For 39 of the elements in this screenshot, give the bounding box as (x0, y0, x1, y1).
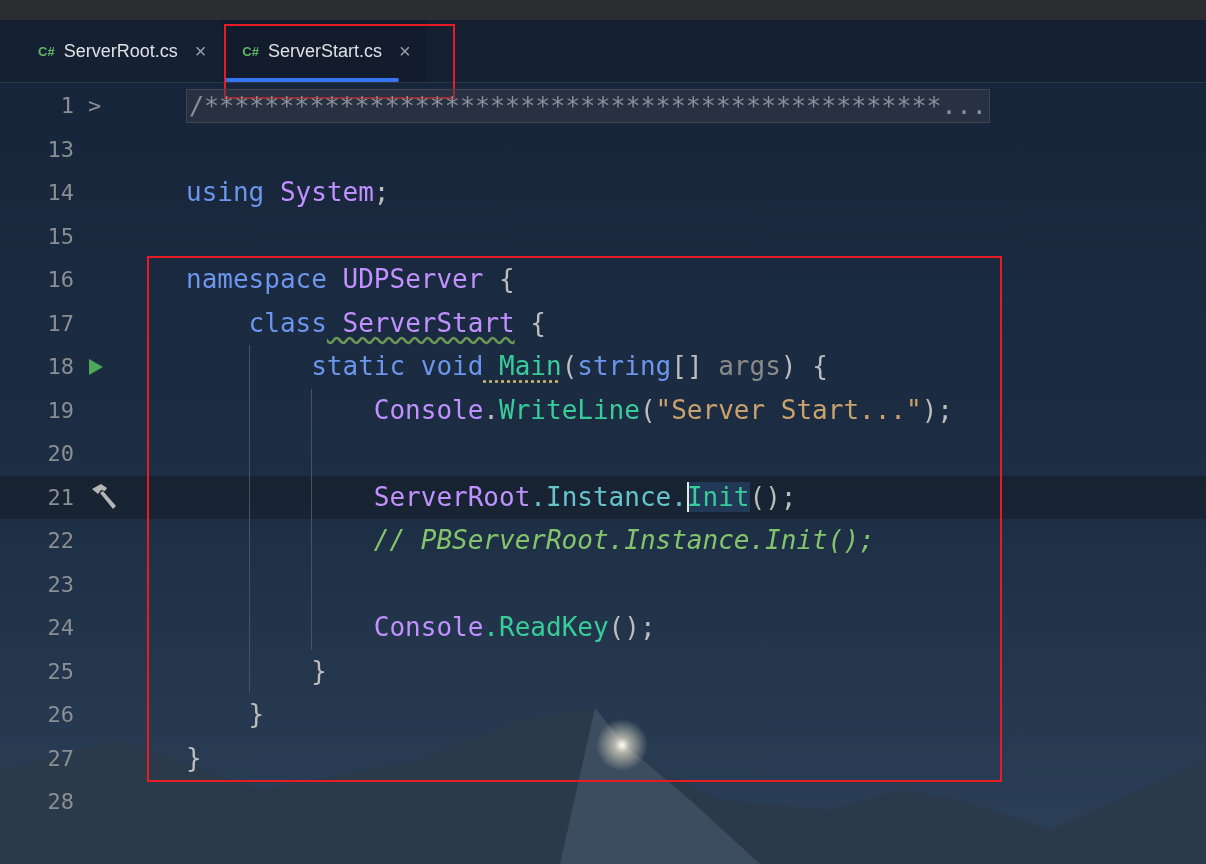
tab-label: ServerStart.cs (268, 40, 382, 62)
line-number: 13 (46, 136, 74, 162)
close-icon[interactable]: × (399, 39, 411, 63)
line-number: 26 (46, 702, 74, 728)
code-line: Console.ReadKey(); (373, 612, 656, 644)
line-number: 25 (46, 658, 74, 684)
code-line: } (248, 699, 265, 731)
line-number: 21 (46, 484, 74, 510)
line-number: 19 (46, 397, 74, 423)
line-number: 16 (46, 267, 74, 293)
editor-tab[interactable]: C# ServerStart.cs × (222, 20, 427, 82)
folded-comment[interactable]: /*************************************************... (186, 88, 990, 123)
run-icon[interactable] (88, 357, 104, 376)
code-line: using System; (186, 177, 390, 209)
line-number: 15 (46, 223, 74, 249)
tab-label: ServerRoot.cs (63, 40, 178, 62)
code-line: // PBServerRoot.Instance.Init(); (373, 525, 875, 557)
code-line: static void Main(string[] args) { (311, 351, 828, 383)
close-icon[interactable]: × (194, 39, 207, 63)
line-number: 27 (46, 745, 74, 771)
line-number: 17 (46, 310, 74, 336)
code-line: } (186, 742, 202, 774)
editor-tab[interactable]: C# ServerRoot.cs × (18, 20, 223, 82)
line-number: 14 (46, 180, 74, 206)
line-number: 24 (46, 615, 74, 641)
code-line: namespace UDPServer { (186, 264, 515, 296)
csharp-file-icon: C# (38, 43, 55, 59)
line-number: 28 (46, 789, 74, 815)
code-line: } (311, 655, 327, 687)
code-line: ServerRoot.Instance.Init(); (373, 481, 797, 513)
code-line: class ServerStart { (248, 307, 547, 339)
csharp-file-icon: C# (242, 43, 259, 59)
code-line: Console.WriteLine("Server Start..."); (373, 394, 953, 426)
line-number: 1 (59, 93, 74, 119)
line-number: 20 (46, 441, 74, 467)
line-number: 23 (46, 571, 74, 597)
line-number: 22 (46, 528, 74, 554)
fold-marker[interactable]: > (88, 93, 102, 119)
line-number: 18 (46, 354, 74, 380)
